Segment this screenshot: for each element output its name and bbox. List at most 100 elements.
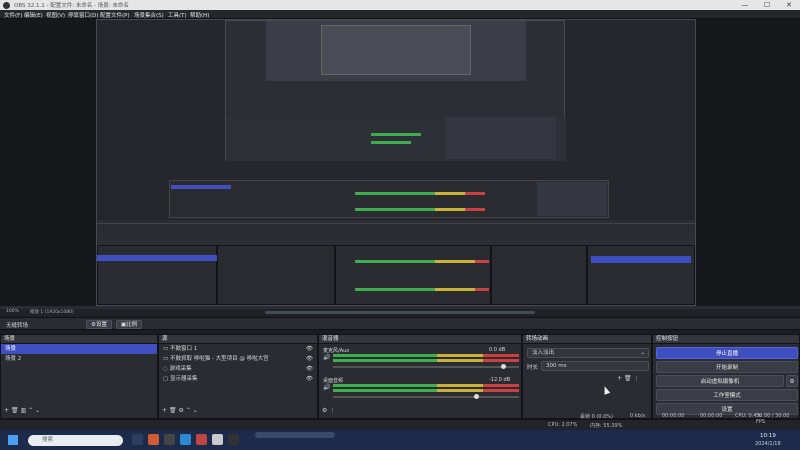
taskbar: 搜索 10:19 2024/1/18 xyxy=(0,430,800,450)
add-icon[interactable]: + xyxy=(617,375,622,382)
duration-label: 时长 xyxy=(527,365,539,371)
preview-left-pad xyxy=(0,19,96,309)
menu-bar: 文件(F) 编辑(E) 视图(V) 停靠窗口(D) 配置文件(P) 场景集合(S… xyxy=(0,10,800,19)
taskbar-search[interactable]: 搜索 xyxy=(28,435,123,446)
mixer-meter-green xyxy=(333,354,437,357)
mixer-meter-yellow xyxy=(437,389,483,392)
scene-item[interactable]: 场景 2 xyxy=(1,354,157,364)
trash-icon[interactable]: 🗑 xyxy=(11,407,19,414)
obs-taskbar-icon[interactable] xyxy=(228,434,239,445)
speaker-icon[interactable]: 🔊 xyxy=(323,384,330,391)
source-item[interactable]: ▭ 不鼓抓取 哆啦猫 - 大型项目 @ 哆啦大宫 👁 xyxy=(159,354,317,364)
mixer-meter-green xyxy=(333,384,437,387)
clock-date: 2024/1/18 xyxy=(755,441,781,447)
eye-icon[interactable]: 👁 xyxy=(306,374,313,384)
transition-toolbar: + 🗑 ⋮ xyxy=(617,375,640,382)
menu-scene-collection[interactable]: 场景集合(S) xyxy=(134,11,164,19)
filter-icon[interactable]: ▥ xyxy=(21,407,27,414)
minimize-button[interactable]: — xyxy=(734,0,756,10)
preview-canvas[interactable] xyxy=(96,19,696,306)
source-toolbar: + 🗑 ⚙ ⌃ ⌄ xyxy=(162,407,198,414)
gear-icon[interactable]: ⚙ xyxy=(179,407,184,414)
app-icon[interactable] xyxy=(180,434,191,445)
menu-docks[interactable]: 停靠窗口(D) xyxy=(68,11,99,19)
preview-area[interactable] xyxy=(0,19,800,309)
more-icon[interactable]: ⋮ xyxy=(329,407,335,414)
transition-settings-button[interactable]: ⚙设置 xyxy=(86,320,112,329)
menu-tools[interactable]: 工具(T) xyxy=(168,11,187,19)
source-item[interactable]: ◌ 游戏采集 👁 xyxy=(159,364,317,374)
zoom-value[interactable]: 100% xyxy=(6,309,19,314)
scene-item[interactable]: 场景 xyxy=(1,344,157,354)
studio-mode-button[interactable]: 工作室模式 xyxy=(656,389,798,401)
trash-icon[interactable]: 🗑 xyxy=(169,407,177,414)
eye-icon[interactable]: 👁 xyxy=(306,354,313,364)
transitions-dock: 转场动画 淡入淡出 ⌄ 时长 300 ms + 🗑 ⋮ xyxy=(522,334,652,419)
transition-selected: 淡入淡出 xyxy=(532,350,555,356)
source-label: 不鼓抓取 哆啦猫 - 大型项目 @ 哆啦大宫 xyxy=(169,356,269,362)
eye-icon[interactable]: 👁 xyxy=(306,364,313,374)
window-icon: ▭ xyxy=(163,346,169,352)
menu-profile[interactable]: 配置文件(P) xyxy=(100,11,130,19)
arrow-up-icon[interactable]: ⌃ xyxy=(28,407,33,414)
scenes-dock: 场景 场景 场景 2 + 🗑 ▥ ⌃ ⌄ xyxy=(0,334,158,419)
arrow-down-icon[interactable]: ⌄ xyxy=(193,407,198,414)
mixer-meter-yellow xyxy=(437,384,483,387)
menu-edit[interactable]: 编辑(E) xyxy=(24,11,43,19)
arrow-up-icon[interactable]: ⌃ xyxy=(186,407,191,414)
controls-title: 控制按钮 xyxy=(653,335,799,344)
close-button[interactable]: ✕ xyxy=(778,0,800,10)
taskview-icon[interactable] xyxy=(132,434,143,445)
app-icon[interactable] xyxy=(148,434,159,445)
menu-view[interactable]: 视图(V) xyxy=(46,11,65,19)
taskbar-widget[interactable] xyxy=(255,432,335,438)
speaker-icon[interactable]: 🔊 xyxy=(323,354,330,361)
volume-slider[interactable] xyxy=(333,396,519,398)
transition-select[interactable]: 淡入淡出 ⌄ xyxy=(527,348,649,358)
arrow-down-icon[interactable]: ⌄ xyxy=(35,407,40,414)
start-recording-button[interactable]: 开始录制 xyxy=(656,361,798,373)
volume-slider-handle[interactable] xyxy=(501,364,507,369)
menu-file[interactable]: 文件(F) xyxy=(4,11,22,19)
start-virtual-camera-button[interactable]: 启动虚拟摄像机 xyxy=(656,375,784,387)
app-icon[interactable] xyxy=(212,434,223,445)
start-icon[interactable] xyxy=(8,435,18,445)
mixer-meter-red xyxy=(483,359,519,362)
add-icon[interactable]: + xyxy=(4,407,9,414)
settings-icon[interactable]: ⚙ xyxy=(322,407,327,414)
transitions-title: 转场动画 xyxy=(523,335,651,344)
duration-input[interactable]: 300 ms xyxy=(541,361,649,371)
mixer-meter-red xyxy=(483,384,519,387)
app-icon[interactable] xyxy=(164,434,175,445)
mixer-dock: 混音器 麦克风/Aux 0.0 dB 🔊 桌面音频 -12.0 dB 🔊 ⚙ ⋮ xyxy=(318,334,522,419)
volume-slider[interactable] xyxy=(333,366,519,368)
mixer-meter-red xyxy=(483,354,519,357)
clock-time: 10:19 xyxy=(760,433,776,439)
gear-icon: ⚙ xyxy=(789,379,795,385)
eye-icon[interactable]: 👁 xyxy=(306,344,313,354)
add-icon[interactable]: + xyxy=(162,407,167,414)
nested-preview xyxy=(225,20,566,161)
menu-help[interactable]: 帮助(H) xyxy=(190,11,209,19)
mixer-channel-db: -12.0 dB xyxy=(489,377,511,383)
virtual-camera-settings-button[interactable]: ⚙ xyxy=(786,375,798,387)
mixer-meter-red xyxy=(483,389,519,392)
chevron-down-icon: ⌄ xyxy=(640,350,645,356)
scene-toolbar: + 🗑 ▥ ⌃ ⌄ xyxy=(4,407,40,414)
preview-scrollbar[interactable] xyxy=(265,311,535,314)
preview-right-pad xyxy=(696,19,800,309)
mirror-cpu: CPU: 2.07% xyxy=(548,422,578,428)
fps: 30.00 / 30.00 FPS xyxy=(756,413,790,425)
source-item[interactable]: ▭ 不鼓窗口 1 👁 xyxy=(159,344,317,354)
maximize-button[interactable]: ☐ xyxy=(756,0,778,10)
trash-icon[interactable]: 🗑 xyxy=(624,375,632,382)
source-item[interactable]: ▢ 显示器采集 👁 xyxy=(159,374,317,384)
transition-ratio-button[interactable]: ▣比例 xyxy=(116,320,142,329)
scale-label: 缩放 1 (1920x1080) xyxy=(30,310,74,315)
more-icon[interactable]: ⋮ xyxy=(634,375,640,382)
app-icon[interactable] xyxy=(196,434,207,445)
stop-streaming-button[interactable]: 停止直播 xyxy=(656,347,798,359)
volume-slider-handle[interactable] xyxy=(474,394,480,399)
source-label: 游戏采集 xyxy=(169,366,192,372)
source-label: 不鼓窗口 1 xyxy=(169,346,198,352)
